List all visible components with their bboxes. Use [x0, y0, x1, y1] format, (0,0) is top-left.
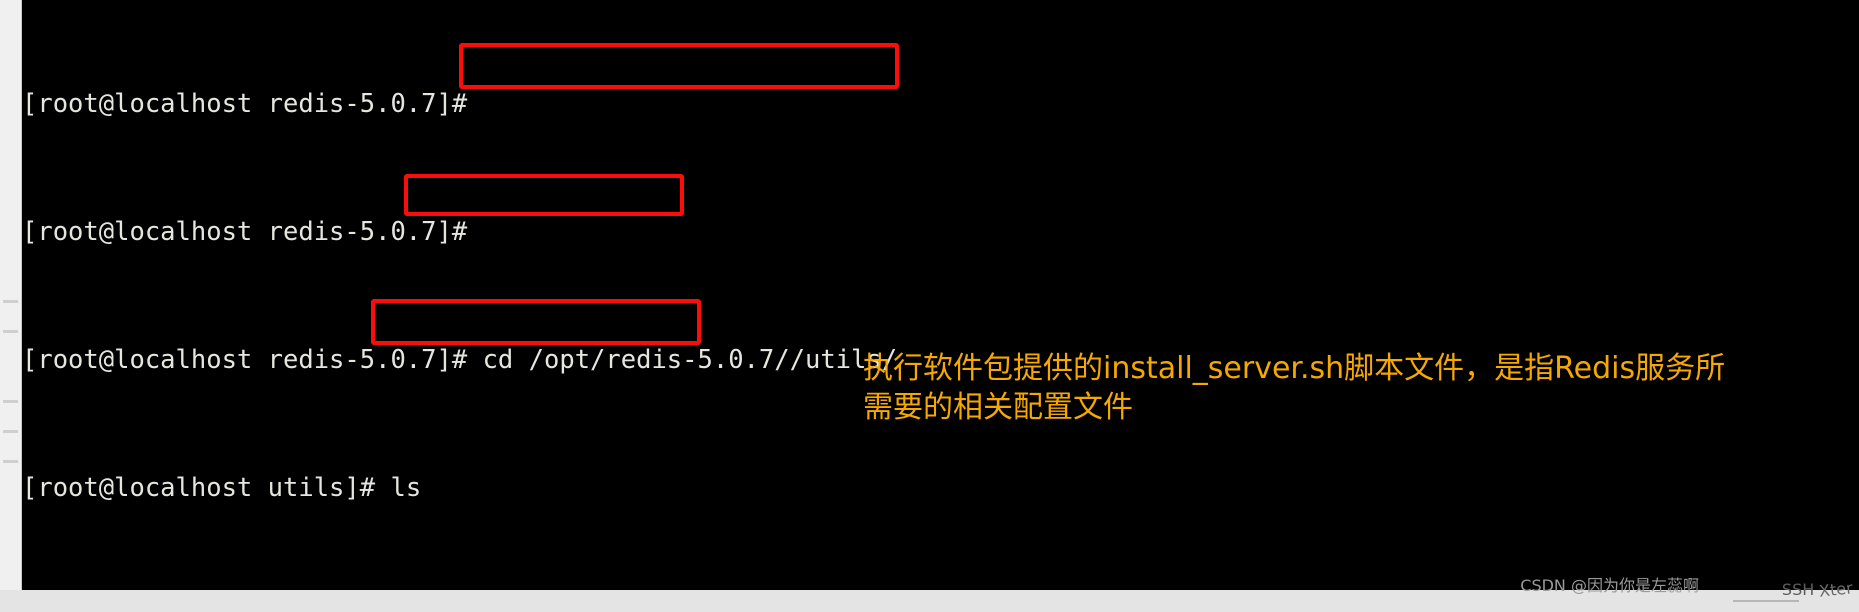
csdn-watermark: CSDN @因为你是左蕊啊 [1520, 576, 1699, 595]
gutter-nub-5 [3, 460, 18, 463]
terminal-line-prompt-1: [root@localhost redis-5.0.7]# [22, 88, 1859, 120]
window-left-gutter [0, 0, 22, 590]
annotation-line-1: 执行软件包提供的install_server.sh脚本文件，是指Redis服务所 [863, 351, 1726, 386]
screenshot-root: [root@localhost redis-5.0.7]# [root@loca… [0, 0, 1859, 612]
terminal-line-ls: [root@localhost utils]# ls [22, 472, 1859, 504]
prompt-text: [root@localhost redis-5.0.7]# [22, 217, 468, 247]
ls-command-text: ls [390, 473, 422, 503]
prompt-text: [root@localhost redis-5.0.7]# [22, 89, 468, 119]
gutter-nub-1 [3, 300, 18, 303]
annotation-line-2: 需要的相关配置文件 [863, 390, 1133, 425]
terminal-window[interactable]: [root@localhost redis-5.0.7]# [root@loca… [22, 0, 1859, 590]
prompt-text: [root@localhost redis-5.0.7]# [22, 345, 483, 375]
terminal-line-prompt-2: [root@localhost redis-5.0.7]# [22, 216, 1859, 248]
cd-command-text: cd /opt/redis-5.0.7//utils/ [482, 345, 898, 375]
tab-underline [1733, 600, 1799, 602]
gutter-nub-4 [3, 430, 18, 433]
gutter-nub-2 [3, 330, 18, 333]
ssh-label-text: SSH [1781, 580, 1815, 599]
gutter-nub-3 [3, 400, 18, 403]
xterm-label-text: Xter [1818, 578, 1854, 601]
prompt-text: [root@localhost utils]# [22, 473, 391, 503]
annotation-note: 执行软件包提供的install_server.sh脚本文件，是指Redis服务所… [863, 349, 1843, 427]
ssh-tab-label[interactable]: SSH Xter [1781, 578, 1854, 601]
terminal-output: [root@localhost redis-5.0.7]# [root@loca… [22, 0, 1859, 590]
